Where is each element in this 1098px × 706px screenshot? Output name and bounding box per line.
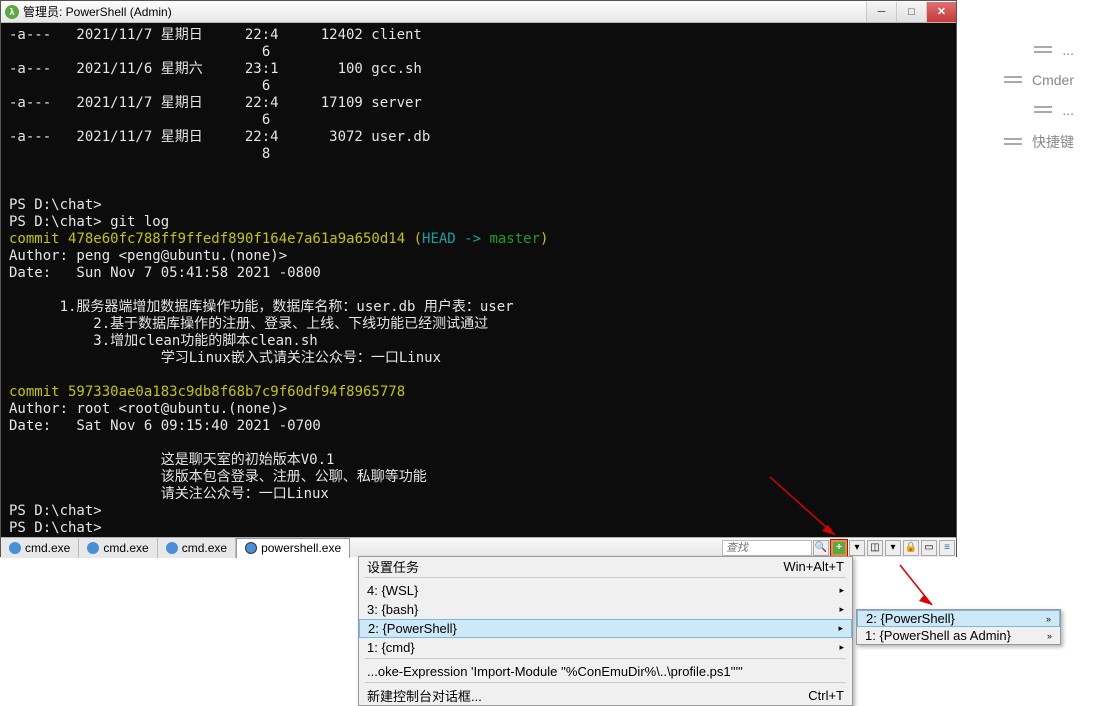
background-item: ... [1030,38,1078,62]
chevron-right-icon: ▸ [839,585,844,596]
statusbar: cmd.execmd.execmd.exepowershell.exe 🔍 + … [1,537,956,557]
minimize-button[interactable]: ─ [866,2,896,22]
tasks-menu: 设置任务 Win+Alt+T 4: {WSL}▸3: {bash}▸2: {Po… [358,556,853,706]
chevron-right-icon: ▸ [839,642,844,653]
dropdown2-icon[interactable]: ▾ [885,540,901,556]
chevron-right-icon: » [1046,614,1051,624]
window-icon[interactable]: ▭ [921,540,937,556]
submenu: 2: {PowerShell}»1: {PowerShell as Admin}… [856,609,1061,645]
menu-icon[interactable]: ≡ [939,540,955,556]
dropdown-icon[interactable]: ▾ [849,540,865,556]
ps-icon [245,542,257,554]
close-button[interactable]: ✕ [926,2,956,22]
menu-header[interactable]: 设置任务 Win+Alt+T [359,557,852,576]
console-tab[interactable]: cmd.exe [158,538,236,558]
maximize-button[interactable]: □ [896,2,926,22]
menu-item[interactable]: 1: {cmd}▸ [359,638,852,657]
background-item: ... [1030,98,1078,122]
chevron-right-icon: ▸ [838,623,843,634]
chevron-right-icon: » [1047,631,1052,641]
cmd-icon [9,542,21,554]
app-icon: λ [5,5,19,19]
background-item: 快捷键 [1000,128,1078,156]
search-icon[interactable]: 🔍 [813,540,829,556]
new-tab-button[interactable]: + [831,540,847,556]
terminal-window: λ 管理员: PowerShell (Admin) ─ □ ✕ -a--- 20… [0,0,957,557]
search-input[interactable] [722,540,812,556]
cmd-icon [166,542,178,554]
menu-item[interactable]: 4: {WSL}▸ [359,581,852,600]
menu-item-new-console[interactable]: 新建控制台对话框... Ctrl+T [359,686,852,705]
menu-separator [365,577,846,580]
menu-item[interactable]: 2: {PowerShell}▸ [359,619,852,638]
window-title: 管理员: PowerShell (Admin) [23,3,866,20]
console-tab[interactable]: powershell.exe [236,538,350,558]
console-tab[interactable]: cmd.exe [79,538,157,558]
terminal-output[interactable]: -a--- 2021/11/7 星期日 22:4 12402 client 6-… [1,23,956,537]
cmd-icon [87,542,99,554]
menu-separator [365,682,846,685]
console-tab[interactable]: cmd.exe [1,538,79,558]
submenu-item[interactable]: 1: {PowerShell as Admin}» [857,627,1060,644]
background-item: Cmder [1000,68,1078,92]
chevron-right-icon: ▸ [839,604,844,615]
split-icon[interactable]: ◫ [867,540,883,556]
submenu-item[interactable]: 2: {PowerShell}» [857,610,1060,627]
menu-item[interactable]: ...oke-Expression 'Import-Module ''%ConE… [359,662,852,681]
menu-separator [365,658,846,661]
titlebar[interactable]: λ 管理员: PowerShell (Admin) ─ □ ✕ [1,1,956,23]
menu-item[interactable]: 3: {bash}▸ [359,600,852,619]
lock-icon[interactable]: 🔒 [903,540,919,556]
